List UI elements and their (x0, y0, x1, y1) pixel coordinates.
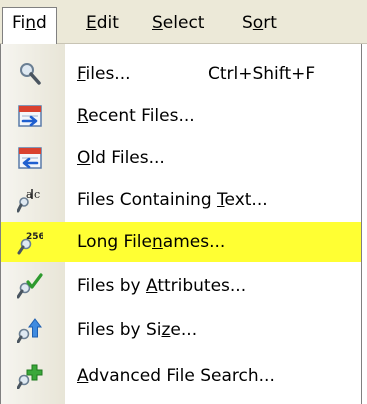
size-icon (17, 318, 42, 343)
menu-item-label: Files by Attributes... (77, 276, 247, 296)
text-search-icon: a c (17, 188, 40, 213)
menu-item-label: Files... (77, 64, 131, 84)
menu-sort[interactable]: Sort (232, 8, 287, 38)
menu-find[interactable]: Find (2, 7, 57, 44)
menu-item-long-filenames[interactable]: 256 Long Filenames... (1, 222, 361, 262)
menu-item-label: Files by Size... (77, 320, 198, 340)
old-files-icon (18, 147, 42, 169)
menu-sort-label-post: rt (263, 13, 277, 33)
menu-item-shortcut: Ctrl+Shift+F (208, 64, 316, 84)
recent-files-icon (18, 105, 42, 127)
menu-item-label: Files Containing Text... (77, 190, 268, 210)
menu-item-files-by-attributes[interactable]: Files by Attributes... (1, 266, 361, 306)
menu-edit[interactable]: Edit (76, 8, 129, 38)
magnifier-icon (20, 63, 41, 85)
menu-sort-label-pre: S (242, 13, 253, 33)
long-filename-icon: 256 (17, 232, 43, 255)
menu-item-files[interactable]: Files... Ctrl+Shift+F (1, 54, 361, 94)
menu-find-label-pre: Fi (12, 13, 26, 33)
menu-item-recent-files[interactable]: Recent Files... (1, 96, 361, 136)
menu-item-files-by-size[interactable]: Files by Size... (1, 310, 361, 350)
menu-find-accesskey: n (25, 13, 37, 33)
menu-bar: Find Edit Select Sort (0, 0, 367, 44)
menu-find-label-post: d (36, 13, 47, 33)
menu-item-files-containing-text[interactable]: a c Files Containing Text... (1, 180, 361, 220)
menu-item-advanced-file-search[interactable]: Advanced File Search... (1, 356, 361, 396)
menu-sort-accesskey: o (252, 13, 264, 33)
menu-item-label: Long Filenames... (77, 232, 226, 252)
menu-item-label: Old Files... (77, 148, 165, 168)
menu-item-label: Recent Files... (77, 106, 195, 126)
menu-select[interactable]: Select (142, 8, 214, 38)
menu-select-accesskey: S (152, 13, 163, 33)
menu-edit-label-post: dit (96, 13, 119, 33)
menu-item-old-files[interactable]: Old Files... (1, 138, 361, 178)
attributes-icon (17, 273, 43, 299)
svg-text:c: c (34, 188, 40, 201)
advanced-search-icon (17, 364, 43, 389)
menu-select-label-post: elect (162, 13, 205, 33)
menu-item-label: Advanced File Search... (77, 366, 275, 386)
menu-edit-accesskey: E (86, 13, 97, 33)
find-menu-dropdown: Files... Ctrl+Shift+F Recent Files... Ol… (0, 44, 362, 404)
